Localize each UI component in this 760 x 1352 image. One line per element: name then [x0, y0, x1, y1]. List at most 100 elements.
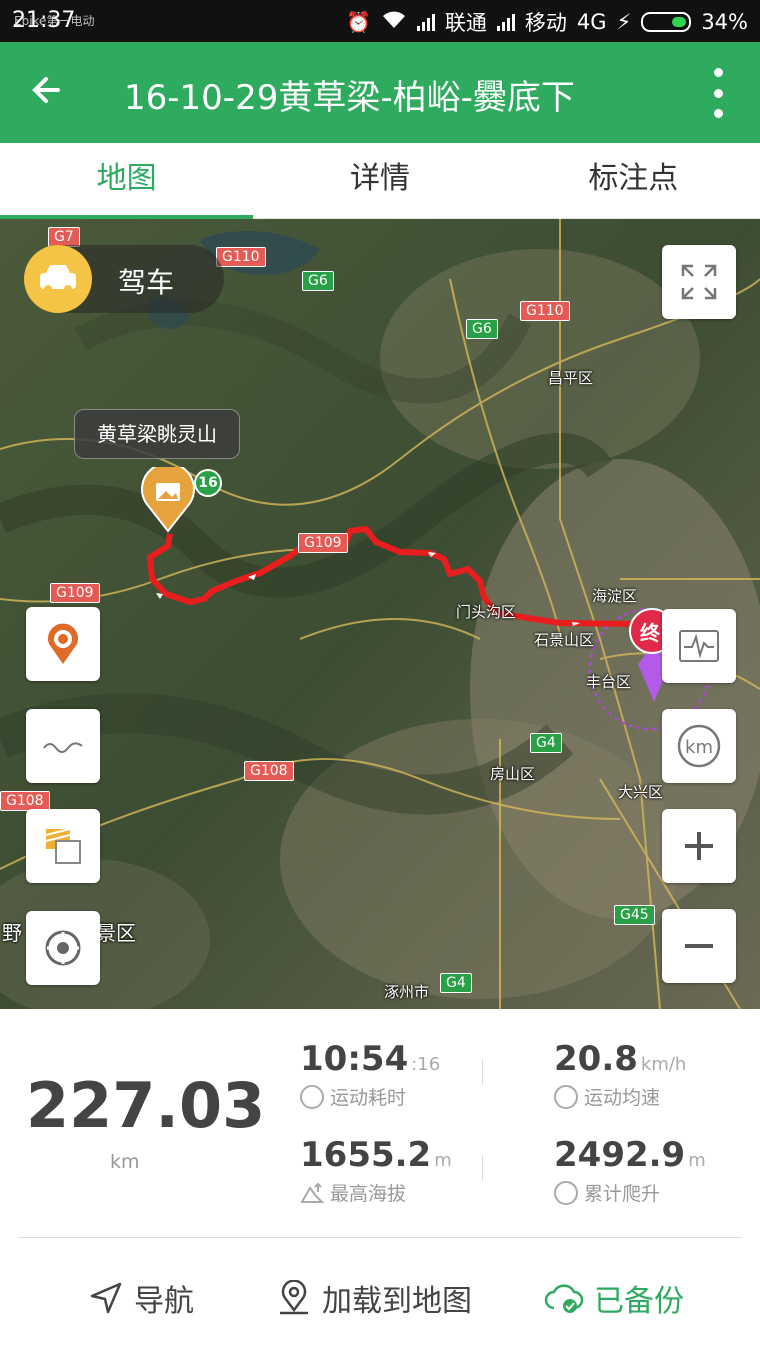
duration-value: 10:54 [300, 1039, 409, 1079]
zoom-in-button[interactable] [662, 809, 736, 883]
end-marker-label: 终 [640, 621, 660, 645]
route-count-badge: 16 [194, 469, 222, 497]
road-label-g109-2: G109 [298, 533, 348, 553]
poi-label[interactable]: 黄草梁眺灵山 [74, 409, 240, 459]
max-altitude-label: 最高海拔 [330, 1183, 407, 1205]
km-icon: km [677, 724, 721, 768]
road-label-g108: G108 [244, 761, 294, 781]
carrier-1: 联通 [444, 11, 487, 35]
cloud-check-icon [544, 1284, 584, 1313]
road-label-g7: G7 [48, 227, 80, 247]
road-label-g108-2: G108 [0, 791, 50, 811]
map-pin-icon [48, 623, 78, 664]
track-style-button[interactable] [26, 709, 100, 783]
satellite-map-background [0, 219, 760, 1009]
total-distance: 227.03 [26, 1069, 266, 1142]
charging-icon: ⚡ [616, 10, 632, 34]
road-label-g110: G110 [216, 247, 266, 267]
watermark: Ebike第一电动 [14, 14, 95, 28]
svg-text:km: km [685, 737, 713, 758]
carrier-2: 移动 [524, 11, 567, 35]
place-changping: 昌平区 [548, 369, 594, 387]
alarm-icon: ⏰ [346, 10, 371, 34]
divider [482, 1059, 483, 1085]
divider-2 [482, 1155, 483, 1181]
place-fengtai: 丰台区 [586, 673, 632, 691]
navigation-arrow-icon [90, 1282, 122, 1314]
target-icon [45, 930, 81, 966]
climb-label: 累计爬升 [584, 1183, 661, 1205]
stats-panel: 227.03 km 10:54:16 运动耗时 20.8 km/h 运动均速 16… [0, 1009, 760, 1237]
signal-icon-1 [416, 13, 435, 31]
location-pin-icon [280, 1280, 308, 1315]
road-label-g109: G109 [50, 583, 100, 603]
backup-status-button[interactable]: 已备份 [544, 1276, 684, 1320]
climb-icon [554, 1180, 578, 1205]
duration-seconds: :16 [411, 1054, 441, 1075]
backup-label: 已备份 [594, 1284, 684, 1319]
app-header: 16-10-29黄草梁-柏峪-爨底下 [0, 42, 760, 143]
travel-mode-label: 驾车 [118, 266, 175, 299]
road-label-g6: G6 [302, 271, 334, 291]
stopwatch-icon [300, 1084, 324, 1109]
tab-map[interactable]: 地图 [0, 143, 254, 219]
load-to-map-label: 加载到地图 [322, 1284, 472, 1319]
speed-value: 20.8 [554, 1039, 638, 1079]
place-shijingshan: 石景山区 [534, 631, 595, 649]
max-altitude-value: 1655.2 [300, 1135, 432, 1175]
battery-icon [641, 12, 692, 32]
speed-unit: km/h [640, 1054, 687, 1075]
mountain-icon [300, 1182, 325, 1204]
pulse-chart-icon [679, 630, 719, 662]
road-label-g4-2: G4 [440, 973, 472, 993]
navigate-label: 导航 [134, 1284, 194, 1319]
load-to-map-button[interactable]: 加载到地图 [276, 1276, 472, 1320]
navigate-button[interactable]: 导航 [88, 1276, 194, 1320]
climb-value: 2492.9 [554, 1135, 686, 1175]
map-view[interactable]: G7 G110 G6 G110 G6 G109 G108 G108 G4 G45… [0, 219, 760, 1009]
action-bar: 导航 加载到地图 已备份 [0, 1238, 760, 1352]
photo-marker-button[interactable] [26, 607, 100, 681]
elevation-chart-button[interactable] [662, 609, 736, 683]
zoom-out-button[interactable] [662, 909, 736, 983]
page-title: 16-10-29黄草梁-柏峪-爨底下 [124, 78, 575, 118]
place-jingqu: 景区 [96, 921, 136, 945]
max-altitude-stat: 1655.2 m 最高海拔 [300, 1135, 452, 1206]
tab-bar: 地图 详情 标注点 [0, 143, 760, 219]
tab-markers[interactable]: 标注点 [507, 143, 760, 218]
plus-icon [685, 832, 713, 860]
travel-mode-pill[interactable]: 驾车 [24, 245, 224, 313]
map-layer-button[interactable] [26, 809, 100, 883]
place-fangshan: 房山区 [490, 765, 536, 783]
place-mentougou: 门头沟区 [456, 603, 517, 621]
place-zhuozhou: 涿州市 [384, 983, 430, 1001]
place-haidian: 海淀区 [592, 587, 638, 605]
fullscreen-button[interactable] [662, 245, 736, 319]
expand-icon [681, 264, 717, 300]
signal-icon-2 [496, 13, 515, 31]
max-altitude-unit: m [434, 1150, 452, 1171]
distance-unit: km [110, 1151, 140, 1173]
road-label-g6-2: G6 [466, 319, 498, 339]
status-bar: 21:37 Ebike第一电动 ⏰ 联通 移动 4G ⚡ 34% [0, 0, 760, 42]
climb-unit: m [688, 1150, 706, 1171]
km-markers-button[interactable]: km [662, 709, 736, 783]
road-label-g4: G4 [530, 733, 562, 753]
battery-percent: 34% [701, 10, 748, 34]
locate-button[interactable] [26, 911, 100, 985]
place-daxing: 大兴区 [618, 783, 664, 801]
network-type: 4G [576, 10, 607, 34]
back-arrow-icon[interactable] [28, 72, 72, 116]
road-label-g110-2: G110 [520, 301, 570, 321]
road-label-g45: G45 [614, 905, 655, 925]
more-menu-icon[interactable] [712, 68, 724, 118]
photo-pin-icon[interactable] [140, 462, 196, 533]
tab-details[interactable]: 详情 [253, 143, 506, 218]
wave-line-icon [43, 742, 83, 753]
speed-label: 运动均速 [584, 1087, 661, 1109]
duration-stat: 10:54:16 运动耗时 [300, 1039, 440, 1110]
duration-label: 运动耗时 [330, 1087, 407, 1109]
car-icon [24, 245, 92, 313]
layers-icon [45, 828, 81, 864]
speed-stat: 20.8 km/h 运动均速 [554, 1039, 686, 1110]
